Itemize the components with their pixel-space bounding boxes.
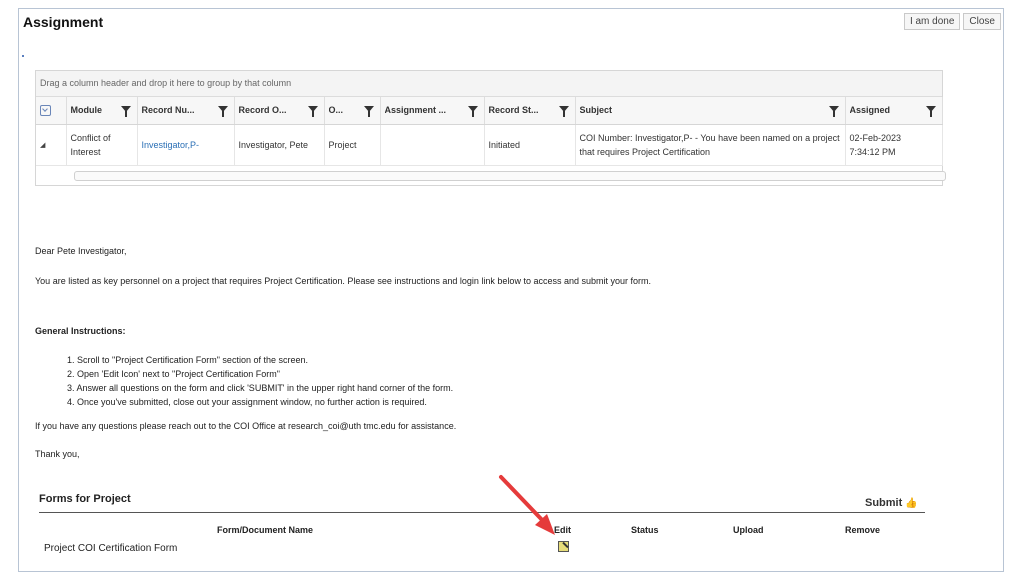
- column-chooser-icon[interactable]: [40, 105, 51, 116]
- table-header-row: Module Record Nu... Record O... O... Ass…: [36, 97, 943, 125]
- instruction-item: 1. Scroll to "Project Certification Form…: [67, 355, 308, 365]
- expand-cell[interactable]: ◢: [36, 124, 67, 166]
- col-header-form-name: Form/Document Name: [217, 525, 314, 535]
- column-header-assigned[interactable]: Assigned: [845, 97, 943, 125]
- close-button[interactable]: Close: [963, 13, 1001, 30]
- cell-module: Conflict of Interest: [66, 124, 138, 166]
- intro-paragraph: You are listed as key personnel on a pro…: [35, 276, 651, 286]
- contact-paragraph: If you have any questions please reach o…: [35, 421, 457, 431]
- form-row-name: Project COI Certification Form: [44, 543, 178, 554]
- instruction-item: 2. Open 'Edit Icon' next to "Project Cer…: [67, 369, 280, 379]
- column-header-module[interactable]: Module: [66, 97, 138, 125]
- filter-icon[interactable]: [925, 106, 936, 117]
- assignment-window: Assignment I am done Close Drag a column…: [18, 8, 1004, 572]
- assigned-date: 02-Feb-2023: [849, 133, 902, 143]
- assignment-grid: Drag a column header and drop it here to…: [35, 70, 946, 186]
- edit-icon[interactable]: [558, 541, 569, 552]
- window-title: Assignment: [23, 14, 104, 30]
- filter-icon[interactable]: [307, 106, 318, 117]
- arrow-head: [535, 514, 555, 535]
- cell-o: Project: [324, 124, 381, 166]
- filter-icon[interactable]: [363, 106, 374, 117]
- forms-section-title: Forms for Project: [39, 493, 131, 505]
- instruction-item: 4. Once you've submitted, close out your…: [67, 397, 427, 407]
- group-by-hint[interactable]: Drag a column header and drop it here to…: [36, 71, 942, 97]
- filter-icon[interactable]: [467, 106, 478, 117]
- col-header-edit: Edit: [554, 525, 571, 535]
- record-number-link[interactable]: Investigator,P-: [142, 140, 200, 150]
- column-header-o[interactable]: O...: [324, 97, 381, 125]
- col-header-status: Status: [631, 525, 659, 535]
- cell-assigned: 02-Feb-2023 7:34:12 PM: [845, 124, 943, 166]
- cell-assignment: [380, 124, 485, 166]
- marker-dot: [22, 55, 24, 57]
- arrow-shaft: [499, 475, 547, 525]
- thumbs-up-icon: 👍: [905, 498, 918, 509]
- filter-icon[interactable]: [217, 106, 228, 117]
- forms-divider: [39, 512, 925, 513]
- i-am-done-button[interactable]: I am done: [903, 13, 961, 30]
- filter-icon[interactable]: [120, 106, 131, 117]
- horizontal-scrollbar[interactable]: [74, 171, 946, 181]
- submit-button[interactable]: Submit 👍: [865, 497, 918, 509]
- instructions-title: General Instructions:: [35, 326, 126, 336]
- cell-record-number: Investigator,P-: [137, 124, 235, 166]
- table-row[interactable]: ◢ Conflict of Interest Investigator,P- I…: [36, 124, 943, 166]
- col-header-upload: Upload: [733, 525, 764, 535]
- instructions-list: 1. Scroll to "Project Certification Form…: [67, 353, 453, 409]
- column-header-subject[interactable]: Subject: [575, 97, 846, 125]
- column-header-assignment[interactable]: Assignment ...: [380, 97, 485, 125]
- cell-record-owner: Investigator, Pete: [234, 124, 325, 166]
- greeting: Dear Pete Investigator,: [35, 246, 127, 256]
- filter-icon[interactable]: [558, 106, 569, 117]
- cell-record-status: Initiated: [484, 124, 576, 166]
- select-all-header[interactable]: [36, 97, 67, 125]
- assigned-time: 7:34:12 PM: [849, 147, 896, 157]
- column-header-record-status[interactable]: Record St...: [484, 97, 576, 125]
- filter-icon[interactable]: [828, 106, 839, 117]
- cell-subject: COI Number: Investigator,P- - You have b…: [575, 124, 846, 166]
- col-header-remove: Remove: [845, 525, 881, 535]
- assignment-table: Module Record Nu... Record O... O... Ass…: [36, 97, 943, 166]
- expand-triangle-icon[interactable]: ◢: [40, 142, 45, 149]
- closing: Thank you,: [35, 449, 80, 459]
- column-header-record-number[interactable]: Record Nu...: [137, 97, 235, 125]
- window-actions: I am done Close: [903, 13, 1001, 30]
- column-header-record-owner[interactable]: Record O...: [234, 97, 325, 125]
- submit-label: Submit: [865, 497, 903, 509]
- instruction-item: 3. Answer all questions on the form and …: [67, 383, 454, 393]
